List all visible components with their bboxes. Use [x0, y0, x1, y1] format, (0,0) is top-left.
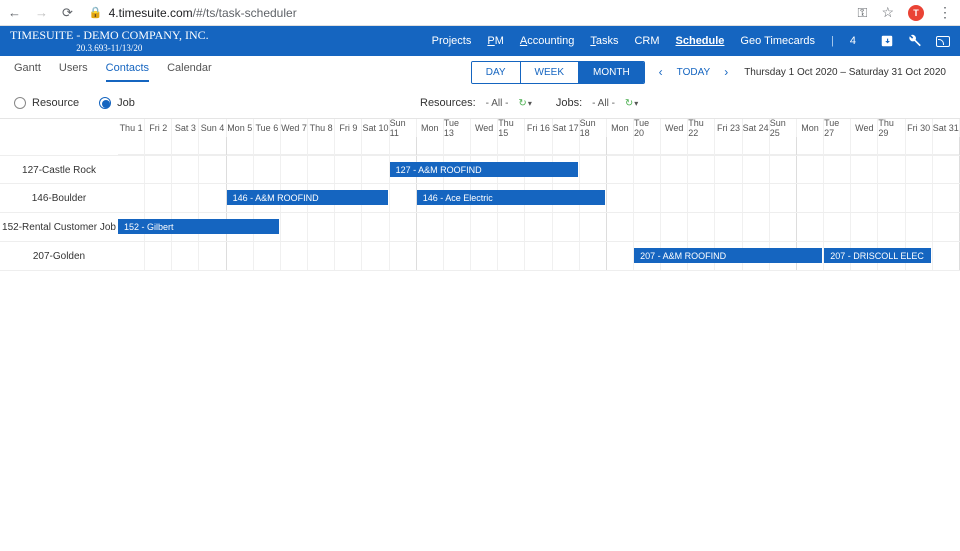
- jobs-refresh-dropdown[interactable]: ↻▾: [625, 98, 638, 109]
- top-nav: Projects PM Accounting Tasks CRM Schedule Geo …: [432, 34, 950, 48]
- sub-nav-row: Gantt Users Contacts Calendar DAY WEEK MONT…: [0, 56, 960, 88]
- radio-job[interactable]: Job: [99, 97, 135, 109]
- column-header: Sat 31: [933, 119, 960, 137]
- column-header: Wed: [661, 119, 688, 137]
- column-header: Thu 1: [118, 119, 145, 137]
- column-header: Mon: [417, 119, 444, 137]
- period-month-button[interactable]: MONTH: [579, 62, 644, 83]
- column-header: Fri 2: [145, 119, 172, 137]
- app-top-bar: TIMESUITE - DEMO COMPANY, INC. 20.3.693-…: [0, 26, 960, 56]
- next-period-button[interactable]: ›: [724, 65, 728, 79]
- top-nav-geo-timecards[interactable]: Geo Timecards: [740, 35, 815, 47]
- prev-period-button[interactable]: ‹: [659, 65, 663, 79]
- row-label: 207-Golden: [0, 242, 118, 271]
- task-bar[interactable]: 207 - DRISCOLL ELEC: [824, 248, 931, 263]
- jobs-filter-label: Jobs:: [556, 97, 582, 109]
- top-nav-schedule[interactable]: Schedule: [676, 35, 725, 47]
- column-header: Sun 4: [199, 119, 226, 137]
- column-header: Sun 18: [580, 119, 607, 137]
- app-title: TIMESUITE - DEMO COMPANY, INC.: [10, 28, 209, 42]
- top-nav-projects[interactable]: Projects: [432, 35, 472, 47]
- app-version: 20.3.693-11/13/20: [10, 43, 209, 54]
- lock-icon: 🔒: [89, 6, 103, 19]
- subtab-calendar[interactable]: Calendar: [167, 62, 212, 82]
- task-bar[interactable]: 146 - A&M ROOFIND: [227, 190, 388, 205]
- period-day-button[interactable]: DAY: [472, 62, 521, 83]
- browser-forward[interactable]: →: [35, 5, 48, 21]
- top-nav-tasks[interactable]: Tasks: [590, 35, 618, 47]
- column-header: Thu 8: [308, 119, 335, 137]
- task-bar[interactable]: 152 - Gilbert: [118, 219, 279, 234]
- period-week-button[interactable]: WEEK: [521, 62, 579, 83]
- subtab-gantt[interactable]: Gantt: [14, 62, 41, 82]
- bookmark-star-icon[interactable]: ☆: [881, 4, 894, 21]
- key-icon[interactable]: ⚿: [858, 5, 868, 21]
- date-range-label: Thursday 1 Oct 2020 – Saturday 31 Oct 20…: [744, 67, 946, 78]
- column-header: Thu 29: [878, 119, 905, 137]
- url-text: 4.timesuite.com/#/ts/task-scheduler: [109, 6, 297, 20]
- column-header: Sat 24: [743, 119, 770, 137]
- browser-back[interactable]: ←: [8, 5, 21, 21]
- subtab-users[interactable]: Users: [59, 62, 88, 82]
- browser-chrome-bar: ← → ⟳ 🔒 4.timesuite.com/#/ts/task-schedu…: [0, 0, 960, 26]
- column-header: Sat 3: [172, 119, 199, 137]
- column-header: Fri 23: [715, 119, 742, 137]
- schedule-row: 146 - A&M ROOFIND 146 - Ace Electric: [118, 184, 960, 213]
- notification-count[interactable]: 4: [850, 35, 856, 47]
- row-label: 146-Boulder: [0, 184, 118, 213]
- browser-reload[interactable]: ⟳: [62, 5, 73, 21]
- filter-row: Resource Job Resources: - All - ↻▾ Jobs:…: [0, 88, 960, 118]
- schedule-row: 127 - A&M ROOFIND: [118, 155, 960, 184]
- column-header: Sat 10: [362, 119, 389, 137]
- column-header: Mon: [607, 119, 634, 137]
- column-header: Wed 7: [281, 119, 308, 137]
- task-bar[interactable]: 127 - A&M ROOFIND: [390, 162, 578, 177]
- resources-filter-value[interactable]: - All -: [486, 98, 509, 109]
- resources-refresh-dropdown[interactable]: ↻▾: [518, 98, 531, 109]
- column-header: Tue 27: [824, 119, 851, 137]
- column-header: Wed: [851, 119, 878, 137]
- row-label: 127-Castle Rock: [0, 156, 118, 185]
- column-header: Wed: [471, 119, 498, 137]
- schedule-grid: 127-Castle Rock146-Boulder152-Rental Cus…: [0, 118, 960, 271]
- row-label: 152-Rental Customer Job: [0, 213, 118, 242]
- top-nav-accounting[interactable]: Accounting: [520, 35, 574, 47]
- column-header: Fri 30: [906, 119, 933, 137]
- column-header: Thu 15: [498, 119, 525, 137]
- cast-icon[interactable]: [936, 36, 950, 47]
- export-icon[interactable]: [880, 34, 894, 48]
- column-header: Tue 6: [254, 119, 281, 137]
- profile-avatar[interactable]: T: [908, 5, 924, 21]
- schedule-row: 152 - Gilbert: [118, 213, 960, 242]
- column-header: Fri 16: [525, 119, 552, 137]
- top-nav-pm[interactable]: PM: [487, 35, 504, 47]
- task-bar[interactable]: 207 - A&M ROOFIND: [634, 248, 822, 263]
- column-header: Sun 25: [770, 119, 797, 137]
- task-bar[interactable]: 146 - Ace Electric: [417, 190, 605, 205]
- browser-menu-icon[interactable]: ⋮: [938, 4, 952, 21]
- schedule-row: 207 - A&M ROOFIND207 - DRISCOLL ELEC: [118, 242, 960, 271]
- column-header: Mon: [797, 119, 824, 137]
- period-toggle: DAY WEEK MONTH: [471, 61, 645, 84]
- column-header: Fri 9: [335, 119, 362, 137]
- column-header: Mon 5: [227, 119, 254, 137]
- address-bar[interactable]: 🔒 4.timesuite.com/#/ts/task-scheduler: [83, 6, 848, 20]
- today-button[interactable]: TODAY: [677, 67, 711, 78]
- subtab-contacts[interactable]: Contacts: [106, 62, 149, 82]
- jobs-filter-value[interactable]: - All -: [592, 98, 615, 109]
- radio-resource[interactable]: Resource: [14, 97, 79, 109]
- column-header: Thu 22: [688, 119, 715, 137]
- column-header: Tue 13: [444, 119, 471, 137]
- column-header: Sun 11: [390, 119, 417, 137]
- top-nav-crm[interactable]: CRM: [634, 35, 659, 47]
- column-header: Sat 17: [553, 119, 580, 137]
- resources-filter-label: Resources:: [420, 97, 476, 109]
- wrench-icon[interactable]: [908, 34, 922, 48]
- column-header: Tue 20: [634, 119, 661, 137]
